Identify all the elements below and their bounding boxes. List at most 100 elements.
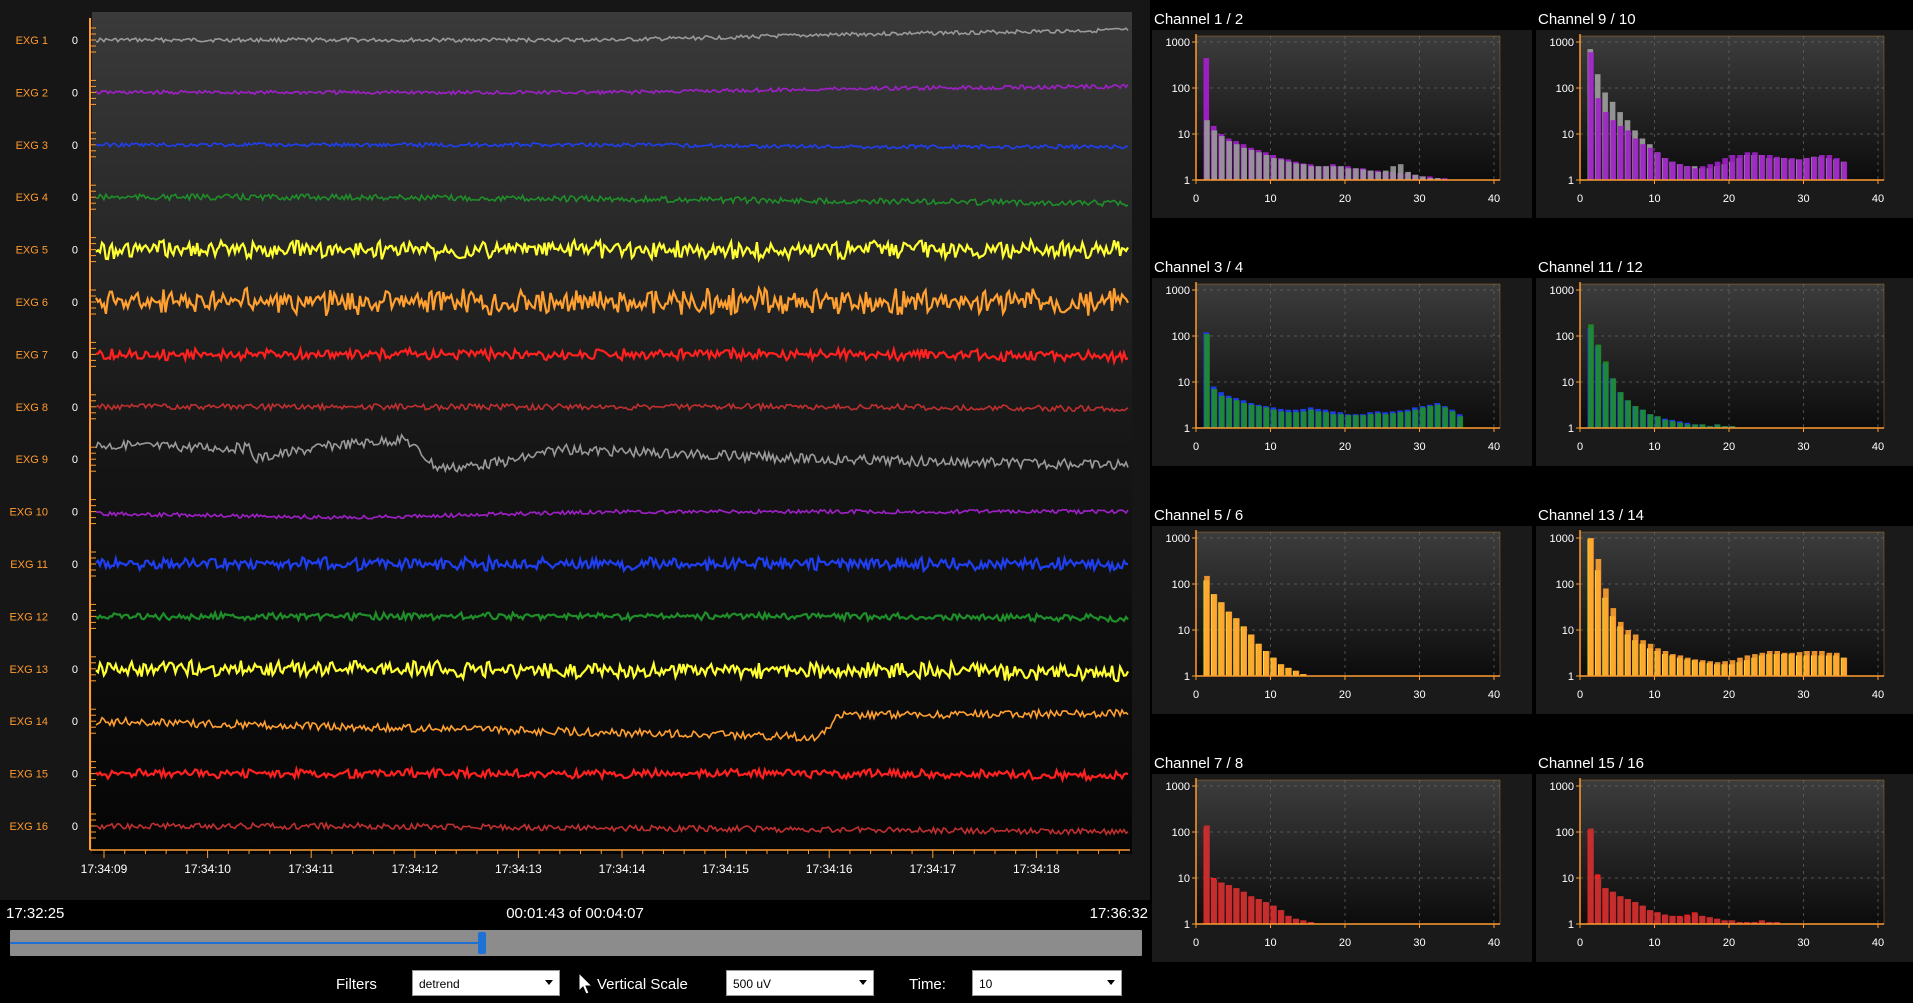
channel-zero-label: 0 xyxy=(72,559,78,571)
channel-zero-label: 0 xyxy=(72,769,78,781)
spectrum-bar xyxy=(1219,395,1225,428)
spectrum-bar xyxy=(1226,398,1233,428)
chart-title: Channel 11 / 12 xyxy=(1538,259,1643,276)
spectrum-bar xyxy=(1368,170,1374,180)
y-tick-label: 1000 xyxy=(1550,37,1574,49)
channel-zero-label: 0 xyxy=(72,454,78,466)
spectrum-chart-ch5-6: Channel 5 / 6 1000 100 10 1 0 10 20 30 40 xyxy=(1152,496,1532,744)
spectrum-bar xyxy=(1278,159,1285,180)
y-tick-label: 1000 xyxy=(1166,285,1190,297)
spectrum-bar xyxy=(1588,828,1594,924)
spectrum-bar xyxy=(1588,52,1594,181)
spectrum-bar xyxy=(1204,825,1210,924)
y-tick-label: 100 xyxy=(1172,331,1190,343)
x-tick-label: 0 xyxy=(1577,441,1583,453)
spectrum-bar xyxy=(1618,621,1624,676)
spectrum-bar xyxy=(1271,657,1277,676)
spectrum-chart-ch7-8: Channel 7 / 8 1000 100 10 1 0 10 20 30 40 xyxy=(1152,744,1532,992)
spectrum-bar xyxy=(1774,651,1780,676)
spectrum-bar xyxy=(1427,406,1434,428)
spectrum-bar xyxy=(1647,910,1654,924)
spectrum-bar xyxy=(1435,404,1441,428)
time-tick-label: 17:34:16 xyxy=(806,862,853,876)
spectrum-bar xyxy=(1640,409,1646,428)
spectrum-bar xyxy=(1640,144,1646,180)
spectrum-bar xyxy=(1226,611,1233,676)
spectrum-bar xyxy=(1308,409,1315,428)
x-tick-label: 10 xyxy=(1264,193,1276,205)
spectrum-chart-ch9-10: Channel 9 / 10 1000 100 10 1 0 10 20 30 40 xyxy=(1536,0,1913,248)
spectrum-bar xyxy=(1662,158,1669,180)
spectrum-bar xyxy=(1692,168,1699,180)
spectrum-bar xyxy=(1685,915,1691,924)
x-tick-label: 40 xyxy=(1488,937,1500,949)
spectrum-bar xyxy=(1811,156,1818,180)
spectrum-bar xyxy=(1390,166,1396,180)
spectrum-bar xyxy=(1390,413,1396,428)
spectrum-bar xyxy=(1263,902,1270,924)
y-tick-label: 1000 xyxy=(1166,37,1190,49)
spectrum-bar xyxy=(1248,634,1255,676)
x-tick-label: 40 xyxy=(1872,441,1884,453)
spectrum-bar xyxy=(1655,416,1661,428)
vertical-scale-dropdown[interactable]: 500 uV xyxy=(726,970,874,996)
x-tick-label: 10 xyxy=(1648,193,1660,205)
channel-label: EXG 14 xyxy=(9,716,48,728)
spectrum-bar xyxy=(1345,415,1352,428)
y-tick-label: 10 xyxy=(1178,129,1190,141)
channel-zero-label: 0 xyxy=(72,297,78,309)
channel-zero-label: 0 xyxy=(72,402,78,414)
spectrum-bar xyxy=(1397,412,1404,428)
channel-label: EXG 4 xyxy=(16,192,48,204)
channel-label: EXG 8 xyxy=(16,402,48,414)
spectrum-bar xyxy=(1707,661,1713,676)
spectrum-plot: 1000 100 10 10 10 20 30 40 xyxy=(1152,278,1532,466)
eeg-plot[interactable]: EXG 1 0EXG 2 0EXG 3 0EXG 4 0EXG 5 0EXG 6 0EXG … xyxy=(0,0,1150,900)
channel-zero-label: 0 xyxy=(72,349,78,361)
y-tick-label: 1 xyxy=(1568,423,1574,435)
x-tick-label: 10 xyxy=(1264,937,1276,949)
channel-label: EXG 15 xyxy=(9,769,48,781)
spectrum-bar xyxy=(1293,412,1300,428)
y-tick-label: 1 xyxy=(1184,175,1190,187)
channel-zero-label: 0 xyxy=(72,507,78,519)
spectrum-bar xyxy=(1632,634,1639,676)
spectrum-bar xyxy=(1241,891,1247,924)
channel-zero-label: 0 xyxy=(72,716,78,728)
spectrum-bar xyxy=(1796,652,1803,676)
chart-title: Channel 13 / 14 xyxy=(1538,507,1644,524)
spectrum-bar xyxy=(1759,652,1766,676)
chevron-down-icon xyxy=(859,980,867,985)
spectrum-bar xyxy=(1632,138,1639,180)
x-tick-label: 30 xyxy=(1413,441,1425,453)
spectrum-bar xyxy=(1405,411,1411,428)
spectrum-bar xyxy=(1625,630,1631,676)
spectrum-bar xyxy=(1301,411,1307,428)
y-tick-label: 100 xyxy=(1172,827,1190,839)
spectrum-bar xyxy=(1655,152,1661,180)
spectrum-bar xyxy=(1714,918,1721,924)
spectrum-bar xyxy=(1655,648,1661,676)
time-tick-label: 17:34:17 xyxy=(909,862,956,876)
filters-dropdown[interactable]: detrend xyxy=(412,970,560,996)
x-tick-label: 20 xyxy=(1723,193,1735,205)
spectrum-bar xyxy=(1625,400,1631,428)
time-dropdown[interactable]: 10 xyxy=(972,970,1122,996)
channel-label: EXG 5 xyxy=(16,245,48,257)
spectrum-bar xyxy=(1677,164,1684,180)
spectrum-plot: 1000 100 10 10 10 20 30 40 xyxy=(1152,30,1532,218)
spectrum-chart-ch15-16: Channel 15 / 16 1000 100 10 1 0 10 20 30 40 xyxy=(1536,744,1913,992)
spectrum-plot: 1000 100 10 10 10 20 30 40 xyxy=(1536,774,1913,962)
x-tick-label: 0 xyxy=(1193,937,1199,949)
spectrum-bar xyxy=(1360,415,1367,428)
x-tick-label: 40 xyxy=(1872,193,1884,205)
spectrum-bar xyxy=(1767,155,1773,180)
spectrum-bar xyxy=(1226,141,1233,180)
spectrum-bar xyxy=(1286,667,1292,676)
channel-label: EXG 16 xyxy=(9,821,48,833)
spectrum-bar xyxy=(1278,910,1285,924)
timeline-scrubber[interactable] xyxy=(10,930,1142,956)
x-tick-label: 30 xyxy=(1797,937,1809,949)
scrubber-thumb[interactable] xyxy=(478,932,487,954)
spectrum-bar xyxy=(1234,144,1240,180)
